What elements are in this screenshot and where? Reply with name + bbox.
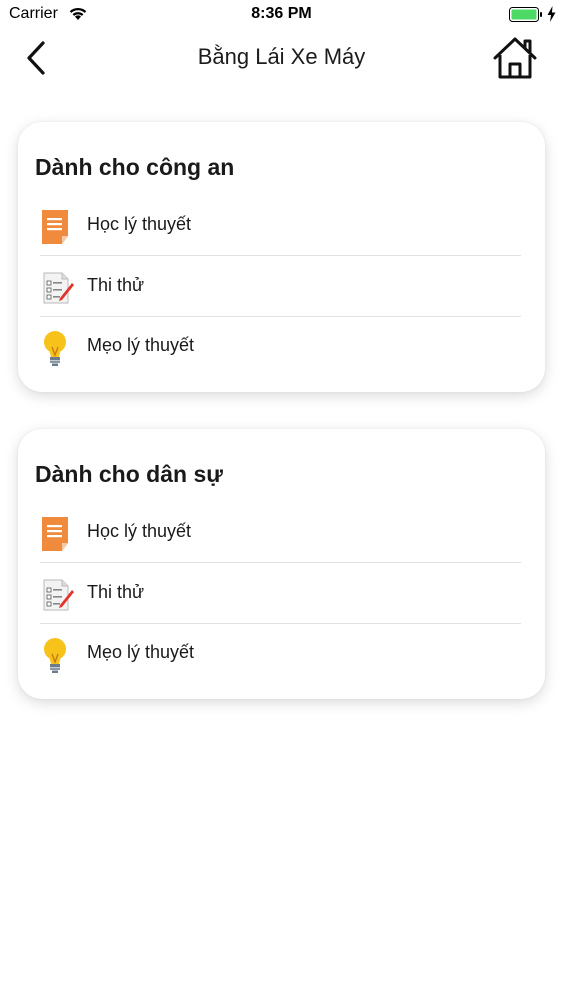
- test-sheet-icon: [40, 576, 74, 614]
- lightbulb-icon: [40, 636, 74, 674]
- menu-item-practice-test[interactable]: Thi thử: [18, 257, 545, 317]
- menu-item-label: Thi thử: [87, 275, 145, 295]
- home-button[interactable]: [492, 36, 538, 80]
- menu-item-theory-tips[interactable]: Mẹo lý thuyết: [18, 624, 545, 684]
- menu-item-label: Mẹo lý thuyết: [87, 642, 195, 662]
- charging-icon: [547, 6, 556, 27]
- menu-item-theory-tips[interactable]: Mẹo lý thuyết: [18, 317, 545, 377]
- menu-item-label: Thi thử: [87, 582, 145, 602]
- menu-item-label: Học lý thuyết: [87, 521, 192, 541]
- menu-item-label: Mẹo lý thuyết: [87, 335, 195, 355]
- lightbulb-icon: [40, 329, 74, 367]
- clock: 8:36 PM: [251, 5, 312, 22]
- section-card-civilian: Dành cho dân sự Học lý thuyết Thi thử Mẹ…: [18, 429, 545, 699]
- battery-icon: [509, 7, 543, 27]
- menu-item-label: Học lý thuyết: [87, 214, 192, 234]
- menu-item-practice-test[interactable]: Thi thử: [18, 564, 545, 624]
- section-card-police: Dành cho công an Học lý thuyết Thi thử M…: [18, 122, 545, 392]
- document-icon: [40, 208, 74, 246]
- document-icon: [40, 515, 74, 553]
- section-title: Dành cho công an: [35, 154, 235, 180]
- page-title: Bằng Lái Xe Máy: [197, 44, 366, 69]
- test-sheet-icon: [40, 269, 74, 307]
- home-icon: [493, 37, 537, 79]
- menu-item-study-theory[interactable]: Học lý thuyết: [18, 196, 545, 256]
- divider: [40, 255, 521, 256]
- section-title: Dành cho dân sự: [35, 461, 223, 487]
- divider: [40, 562, 521, 563]
- status-bar: Carrier 8:36 PM: [0, 0, 563, 30]
- menu-item-study-theory[interactable]: Học lý thuyết: [18, 503, 545, 563]
- navigation-bar: Bằng Lái Xe Máy: [0, 30, 563, 86]
